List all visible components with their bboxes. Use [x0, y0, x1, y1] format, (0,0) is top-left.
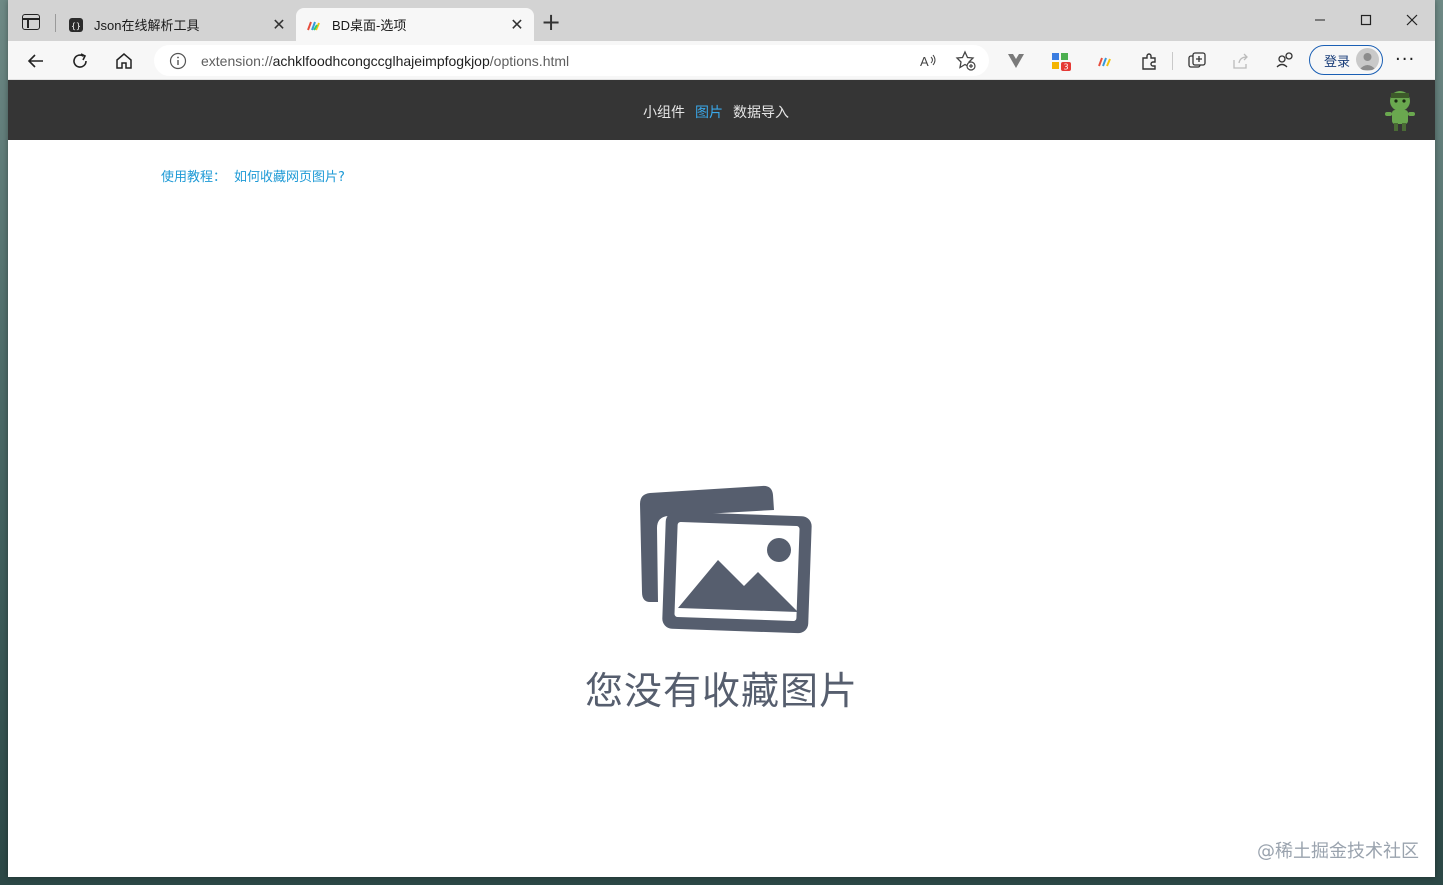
tab-actions-icon[interactable]: [22, 14, 40, 30]
url-text: extension://achklfoodhcongccglhajeimpfog…: [201, 52, 570, 69]
more-options-icon[interactable]: ···: [1395, 49, 1415, 70]
home-icon[interactable]: [110, 47, 138, 75]
browser-toolbar: extension://achklfoodhcongccglhajeimpfog…: [8, 41, 1435, 80]
tab-title: BD桌面-选项: [332, 18, 407, 33]
svg-text:3: 3: [1063, 63, 1068, 72]
browser-window: {} Json在线解析工具 ✕ BD桌面-选项 ✕ + extension://…: [8, 0, 1435, 877]
bd-desktop-icon: [306, 17, 322, 33]
minimize-icon[interactable]: [1297, 6, 1343, 34]
tutorial-line: 使用教程： 如何收藏网页图片?: [161, 166, 345, 185]
tab-title: Json在线解析工具: [94, 18, 200, 33]
refresh-icon[interactable]: [66, 47, 94, 75]
empty-images-icon: [640, 485, 812, 634]
read-aloud-icon[interactable]: A: [919, 45, 939, 76]
tutorial-label: 使用教程：: [161, 170, 227, 185]
avatar: [1356, 48, 1379, 71]
toolbar-separator: [1172, 52, 1173, 70]
login-label: 登录: [1324, 54, 1351, 70]
nav-item-images[interactable]: 图片: [695, 102, 723, 122]
extension-apps-icon[interactable]: 3: [1050, 50, 1072, 72]
empty-state-message: 您没有收藏图片: [584, 669, 858, 713]
mascot-avatar-icon[interactable]: [1382, 89, 1418, 133]
bd-desktop-extension-icon[interactable]: [1094, 50, 1116, 72]
nav-item-widgets[interactable]: 小组件: [643, 102, 685, 122]
collections-icon[interactable]: [1186, 50, 1208, 72]
window-close-icon[interactable]: [1389, 6, 1435, 34]
address-bar[interactable]: extension://achklfoodhcongccglhajeimpfog…: [154, 45, 989, 76]
close-icon[interactable]: ✕: [268, 14, 290, 36]
app-header: 小组件 图片 数据导入: [8, 80, 1435, 140]
maximize-icon[interactable]: [1343, 6, 1389, 34]
info-icon[interactable]: [169, 52, 187, 70]
tab-bar: {} Json在线解析工具 ✕ BD桌面-选项 ✕ +: [8, 0, 1435, 41]
content-area: 使用教程： 如何收藏网页图片? 您没有收藏图片 @稀土掘金技术社区: [8, 140, 1435, 877]
svg-text:A: A: [920, 54, 929, 69]
tab-json-tool[interactable]: {} Json在线解析工具 ✕: [58, 8, 296, 41]
nav-item-data-import[interactable]: 数据导入: [733, 102, 789, 122]
json-tool-icon: {}: [68, 17, 84, 33]
tab-separator: [55, 14, 56, 32]
watermark: @稀土掘金技术社区: [1257, 841, 1419, 862]
tab-bd-desktop[interactable]: BD桌面-选项 ✕: [296, 8, 534, 41]
vue-devtools-icon[interactable]: [1005, 50, 1027, 72]
new-tab-icon[interactable]: +: [541, 10, 561, 34]
extensions-puzzle-icon[interactable]: [1138, 50, 1160, 72]
login-button[interactable]: 登录: [1309, 45, 1383, 75]
main-nav: 小组件 图片 数据导入: [643, 102, 789, 122]
favorite-add-icon[interactable]: [955, 45, 977, 76]
back-icon[interactable]: [22, 47, 50, 75]
profile-sync-icon[interactable]: [1274, 50, 1296, 72]
svg-text:{}: {}: [71, 21, 81, 30]
tutorial-link[interactable]: 如何收藏网页图片?: [234, 170, 345, 185]
share-icon[interactable]: [1230, 50, 1252, 72]
close-icon[interactable]: ✕: [506, 14, 528, 36]
